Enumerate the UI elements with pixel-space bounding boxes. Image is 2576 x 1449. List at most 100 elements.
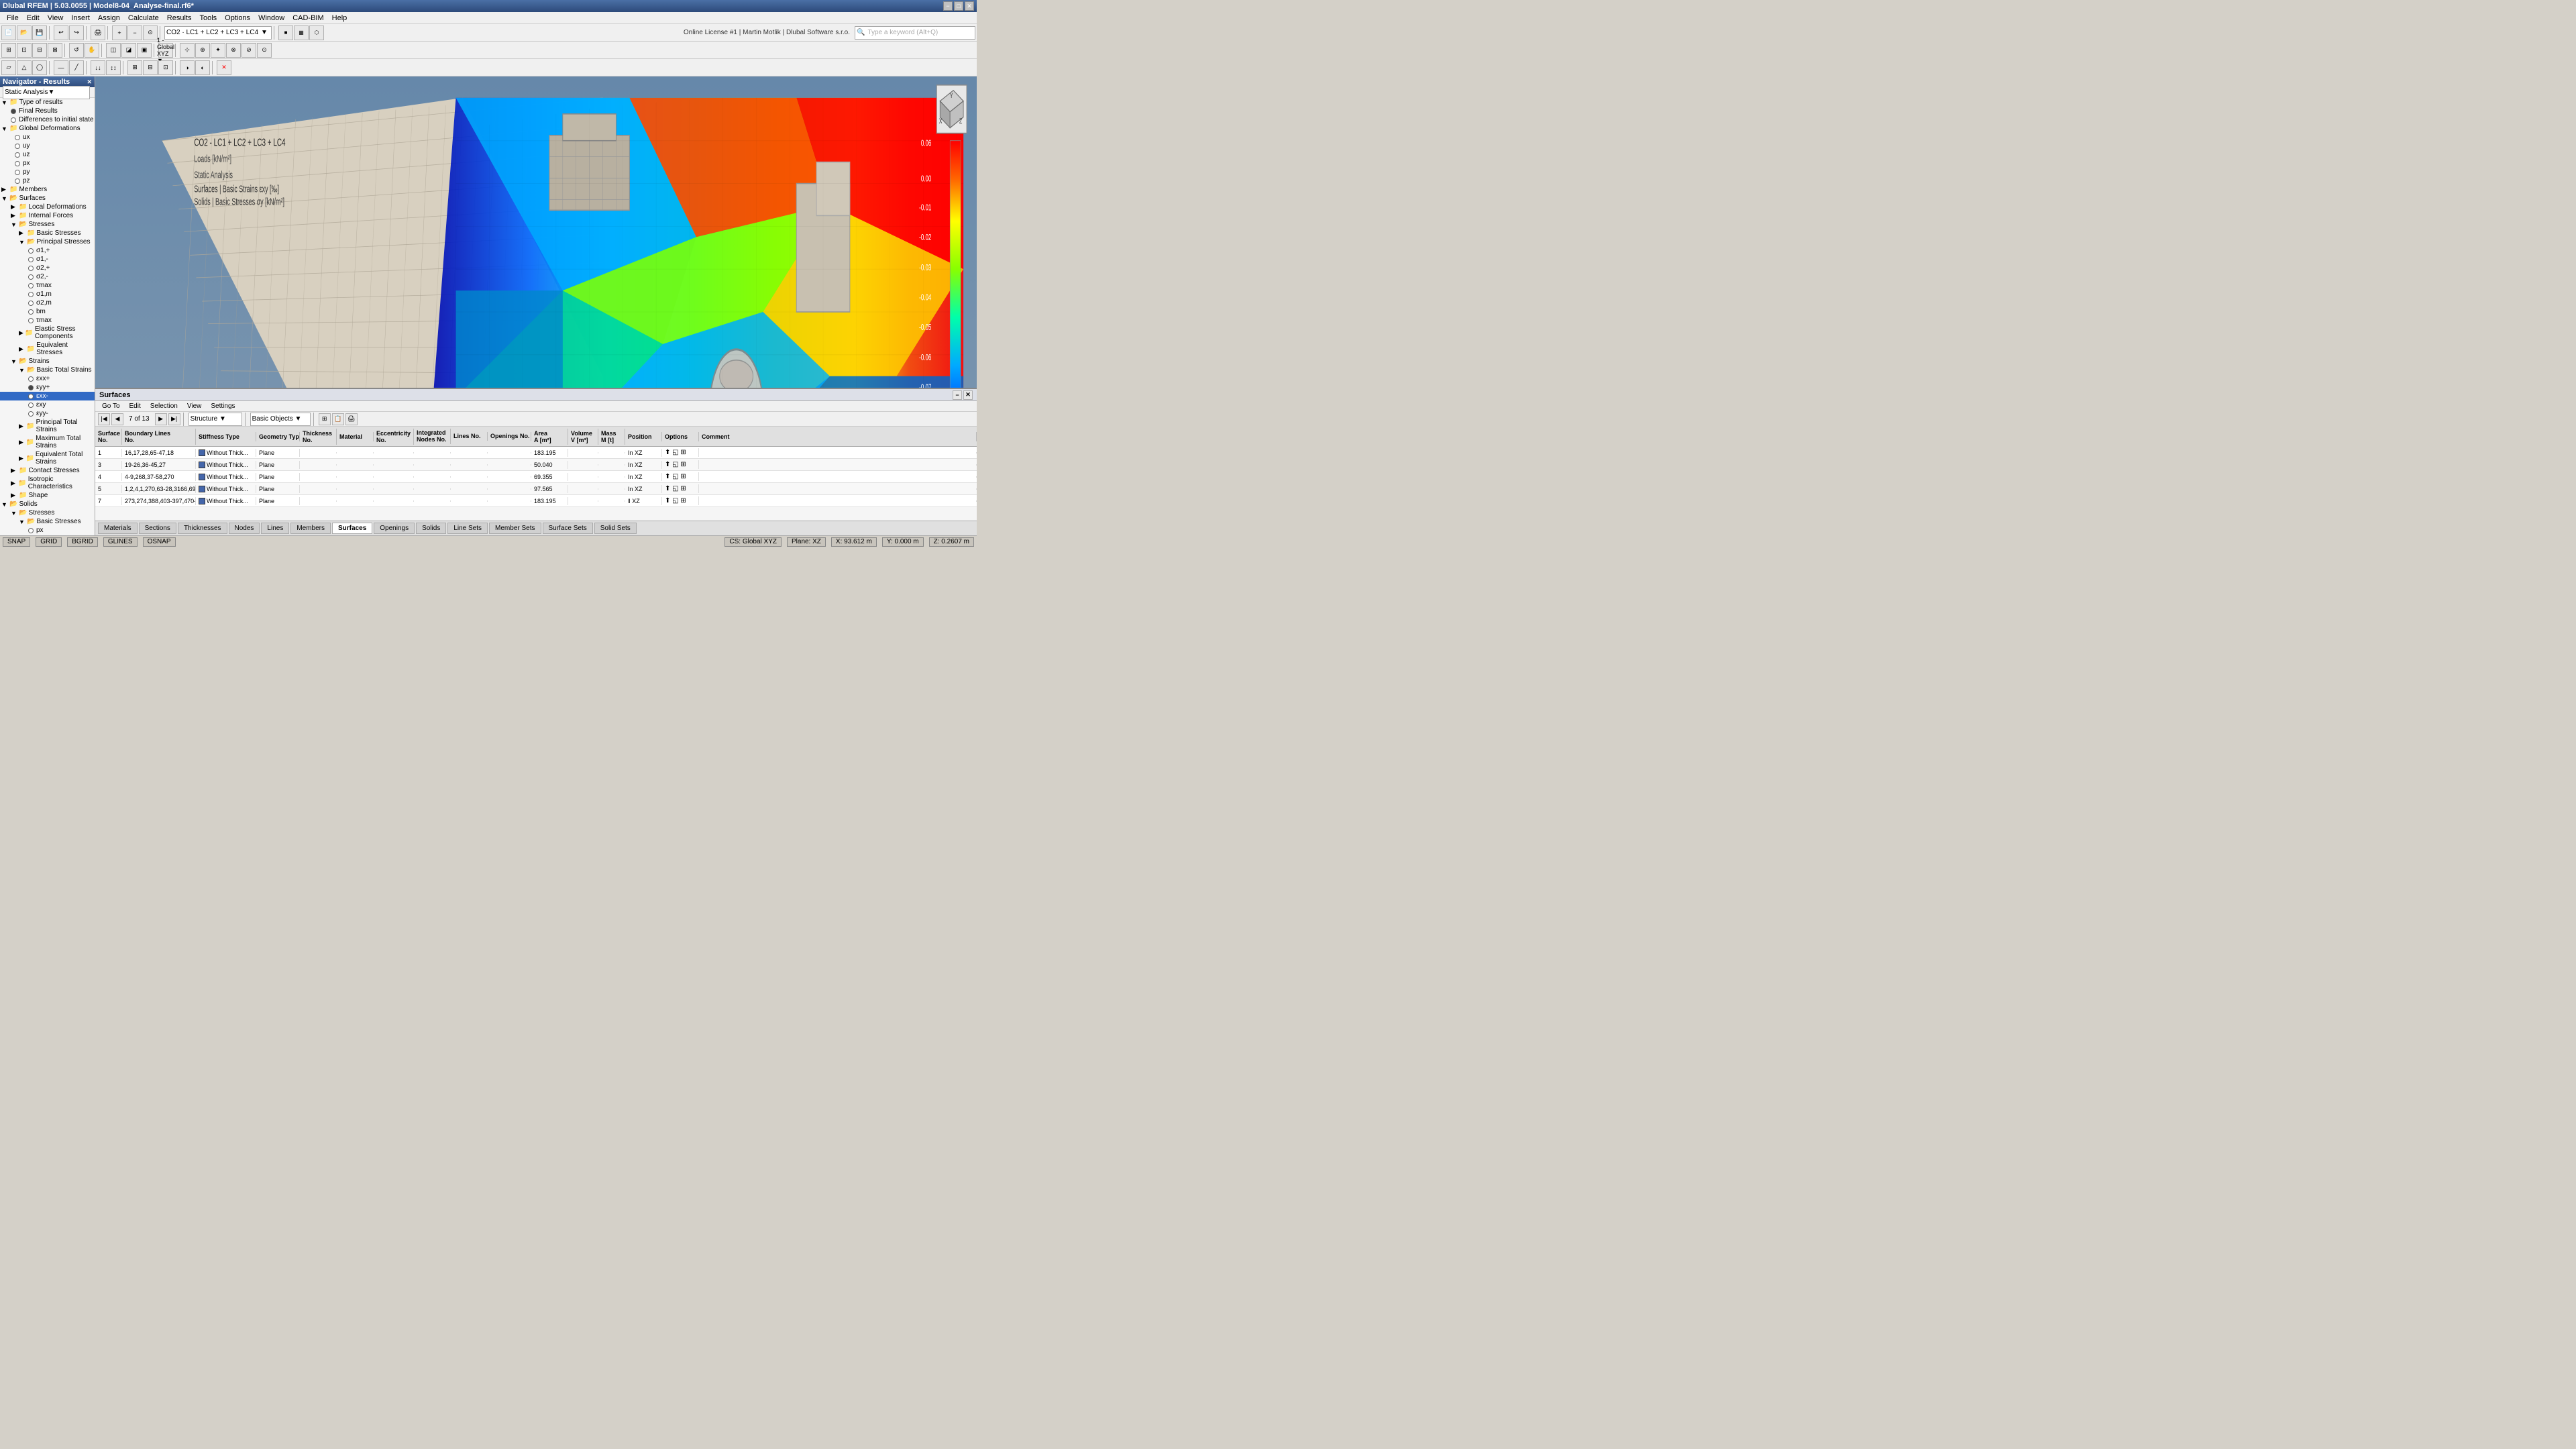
tree-elastic-stress[interactable]: ▶ 📁 Elastic Stress Components xyxy=(0,325,95,341)
tree-local-deformations[interactable]: ▶ 📁 Local Deformations xyxy=(0,203,95,211)
tree-bm[interactable]: bm xyxy=(0,307,95,316)
snap-btn3[interactable]: ✦ xyxy=(211,43,225,58)
expand-basic-stresses[interactable]: ▶ xyxy=(19,229,25,237)
table-row[interactable]: 3 19-26,36-45,27 Without Thick... Plane … xyxy=(95,459,977,471)
status-glines[interactable]: GLINES xyxy=(103,537,138,547)
bottom-tab-surface-sets[interactable]: Surface Sets xyxy=(543,523,593,534)
tree-o2plus[interactable]: σ2,+ xyxy=(0,264,95,272)
tree-members[interactable]: ▶ 📁 Members xyxy=(0,185,95,194)
tree-stresses[interactable]: ▼ 📂 Stresses xyxy=(0,220,95,229)
render-btn-2[interactable]: ◪ xyxy=(121,43,136,58)
view-btn-4[interactable]: ⊠ xyxy=(48,43,62,58)
tree-o1m[interactable]: σ1,m xyxy=(0,290,95,299)
radio-ux[interactable] xyxy=(15,135,20,140)
zoom-in-button[interactable]: + xyxy=(112,25,127,40)
radio-exy[interactable] xyxy=(28,402,34,408)
tree-max-total-strains[interactable]: ▶ 📁 Maximum Total Strains xyxy=(0,434,95,450)
radio-py[interactable] xyxy=(15,170,20,175)
tree-type-of-results[interactable]: ▼ 📁 Type of results xyxy=(0,98,95,107)
tree-solids-px[interactable]: px xyxy=(0,526,95,535)
static-analysis-dropdown[interactable]: Static Analysis ▼ xyxy=(3,86,90,99)
coord-dropdown-btn[interactable]: 1 - Global XYZ ▼ xyxy=(158,43,173,58)
tree-exxminus[interactable]: εxx- xyxy=(0,392,95,400)
tree-principal-stresses[interactable]: ▼ 📂 Principal Stresses xyxy=(0,237,95,246)
mode2-button[interactable]: ▦ xyxy=(294,25,309,40)
search-dropdown[interactable]: 🔍 Type a keyword (Alt+Q) xyxy=(855,26,975,40)
tree-solids-stresses[interactable]: ▼ 📂 Stresses xyxy=(0,508,95,517)
bottom-tab-member-sets[interactable]: Member Sets xyxy=(489,523,541,534)
tb-btn-next[interactable]: ▶ xyxy=(155,413,167,425)
tree-uy[interactable]: uy xyxy=(0,142,95,150)
table-row[interactable]: 5 1,2,4,1,270,63-28,3166,69,262,4,265,2 … xyxy=(95,483,977,495)
tb-btn-first[interactable]: |◀ xyxy=(98,413,110,425)
edit-menu[interactable]: Edit xyxy=(125,402,145,411)
member-btn2[interactable]: ╱ xyxy=(69,60,84,75)
menu-window[interactable]: Window xyxy=(254,13,288,23)
snap-btn5[interactable]: ⊘ xyxy=(241,43,256,58)
expand-members[interactable]: ▶ xyxy=(1,186,8,193)
settings-menu[interactable]: Settings xyxy=(207,402,239,411)
tree-o1plus[interactable]: σ1,+ xyxy=(0,246,95,255)
results-btn1[interactable]: ◑ xyxy=(180,60,195,75)
tree-eyyminus[interactable]: εyy- xyxy=(0,409,95,418)
tree-solids[interactable]: ▼ 📂 Solids xyxy=(0,500,95,508)
status-osnap[interactable]: OSNAP xyxy=(143,537,176,547)
tb-btn-prev[interactable]: ◀ xyxy=(111,413,123,425)
display-btn2[interactable]: ⊟ xyxy=(143,60,158,75)
tree-final-results[interactable]: Final Results xyxy=(0,107,95,115)
tree-contact-stresses[interactable]: ▶ 📁 Contact Stresses xyxy=(0,466,95,475)
view-btn-2[interactable]: ⊡ xyxy=(17,43,32,58)
radio-uz[interactable] xyxy=(15,152,20,158)
tb-btn-last[interactable]: ▶| xyxy=(168,413,180,425)
bottom-tab-line-sets[interactable]: Line Sets xyxy=(447,523,488,534)
zoom-out-button[interactable]: − xyxy=(127,25,142,40)
expand-solids-stresses[interactable]: ▼ xyxy=(11,510,17,517)
expand-basic-total-strains[interactable]: ▼ xyxy=(19,367,25,374)
snap-btn1[interactable]: ⊹ xyxy=(180,43,195,58)
tree-strains[interactable]: ▼ 📂 Strains xyxy=(0,357,95,366)
radio-px[interactable] xyxy=(15,161,20,166)
tree-tmax[interactable]: τmax xyxy=(0,281,95,290)
bottom-tab-sections[interactable]: Sections xyxy=(139,523,176,534)
expand-strains[interactable]: ▼ xyxy=(11,358,17,365)
goto-menu[interactable]: Go To xyxy=(98,402,124,411)
expand-isotropic[interactable]: ▶ xyxy=(11,480,17,487)
radio-tmax[interactable] xyxy=(28,283,34,288)
tree-py[interactable]: py xyxy=(0,168,95,176)
status-grid[interactable]: GRID xyxy=(36,537,62,547)
menu-help[interactable]: Help xyxy=(328,13,352,23)
status-bgrid[interactable]: BGRID xyxy=(67,537,98,547)
save-button[interactable]: 💾 xyxy=(32,25,47,40)
radio-eyy[interactable] xyxy=(28,385,34,390)
tree-exy[interactable]: εxy xyxy=(0,400,95,409)
menu-options[interactable]: Options xyxy=(221,13,254,23)
expand-solids-basic-stresses[interactable]: ▼ xyxy=(19,519,25,525)
table-row[interactable]: 4 4-9,268,37-58,270 Without Thick... Pla… xyxy=(95,471,977,483)
expand-max-total-strains[interactable]: ▶ xyxy=(19,439,25,446)
del-btn[interactable]: ✕ xyxy=(217,60,231,75)
tree-principal-total-strains[interactable]: ▶ 📁 Principal Total Strains xyxy=(0,418,95,434)
tree-o1minus[interactable]: σ1,- xyxy=(0,255,95,264)
expand-equiv-total-strains[interactable]: ▶ xyxy=(19,455,24,462)
tree-equiv-stress[interactable]: ▶ 📁 Equivalent Stresses xyxy=(0,341,95,357)
tree-solids-basic-stresses[interactable]: ▼ 📂 Basic Stresses xyxy=(0,517,95,526)
tree-taumax[interactable]: τmax xyxy=(0,316,95,325)
expand-local-def[interactable]: ▶ xyxy=(11,203,17,211)
tree-surfaces[interactable]: ▼ 📂 Surfaces xyxy=(0,194,95,203)
radio-uy[interactable] xyxy=(15,144,20,149)
tree-ux[interactable]: ux xyxy=(0,133,95,142)
radio-o1m[interactable] xyxy=(28,292,34,297)
view-menu[interactable]: View xyxy=(183,402,206,411)
open-button[interactable]: 📂 xyxy=(17,25,32,40)
minimize-button[interactable]: − xyxy=(943,1,953,11)
bottom-tab-materials[interactable]: Materials xyxy=(98,523,138,534)
bottom-tab-openings[interactable]: Openings xyxy=(374,523,415,534)
tree-initial-state[interactable]: Differences to initial state xyxy=(0,115,95,124)
print-button[interactable]: 🖨 xyxy=(91,25,105,40)
expand-contact-stresses[interactable]: ▶ xyxy=(11,467,17,474)
view-btn-1[interactable]: ⊞ xyxy=(1,43,16,58)
expand-shape[interactable]: ▶ xyxy=(11,492,17,499)
menu-cad-bim[interactable]: CAD-BIM xyxy=(288,13,327,23)
radio-eyyminus[interactable] xyxy=(28,411,34,417)
tree-exx[interactable]: εxx+ xyxy=(0,374,95,383)
